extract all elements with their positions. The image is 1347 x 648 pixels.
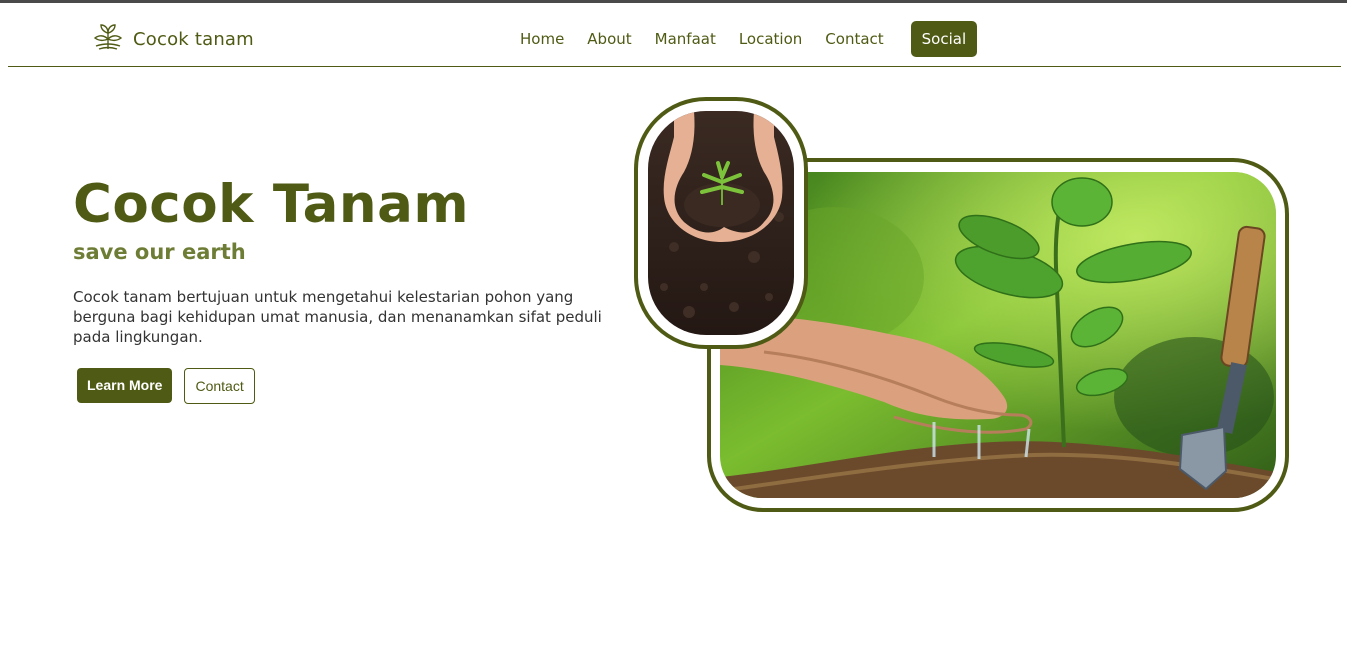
navbar: Cocok tanam Home About Manfaat Location … <box>8 3 1341 67</box>
contact-button[interactable]: Contact <box>184 368 255 404</box>
hero-images <box>634 97 1290 515</box>
hero-subtitle: save our earth <box>73 240 246 264</box>
hero-description: Cocok tanam bertujuan untuk mengetahui k… <box>73 288 602 346</box>
nav-link-about[interactable]: About <box>587 30 631 48</box>
brand[interactable]: Cocok tanam <box>92 23 254 51</box>
nav-link-location[interactable]: Location <box>739 30 802 48</box>
main-nav: Home About Manfaat Location Contact Soci… <box>520 21 978 57</box>
hero-title: Cocok Tanam <box>73 174 470 235</box>
hero-section: Cocok Tanam save our earth Cocok tanam b… <box>73 170 618 404</box>
brand-name: Cocok tanam <box>133 28 254 50</box>
nav-link-manfaat[interactable]: Manfaat <box>655 30 716 48</box>
hero-buttons: Learn More Contact <box>77 368 618 404</box>
learn-more-button[interactable]: Learn More <box>77 368 173 403</box>
seedling-photo <box>648 111 794 335</box>
social-button[interactable]: Social <box>910 21 978 57</box>
nav-link-home[interactable]: Home <box>520 30 564 48</box>
sprout-icon <box>92 23 124 51</box>
nav-link-contact[interactable]: Contact <box>825 30 883 48</box>
